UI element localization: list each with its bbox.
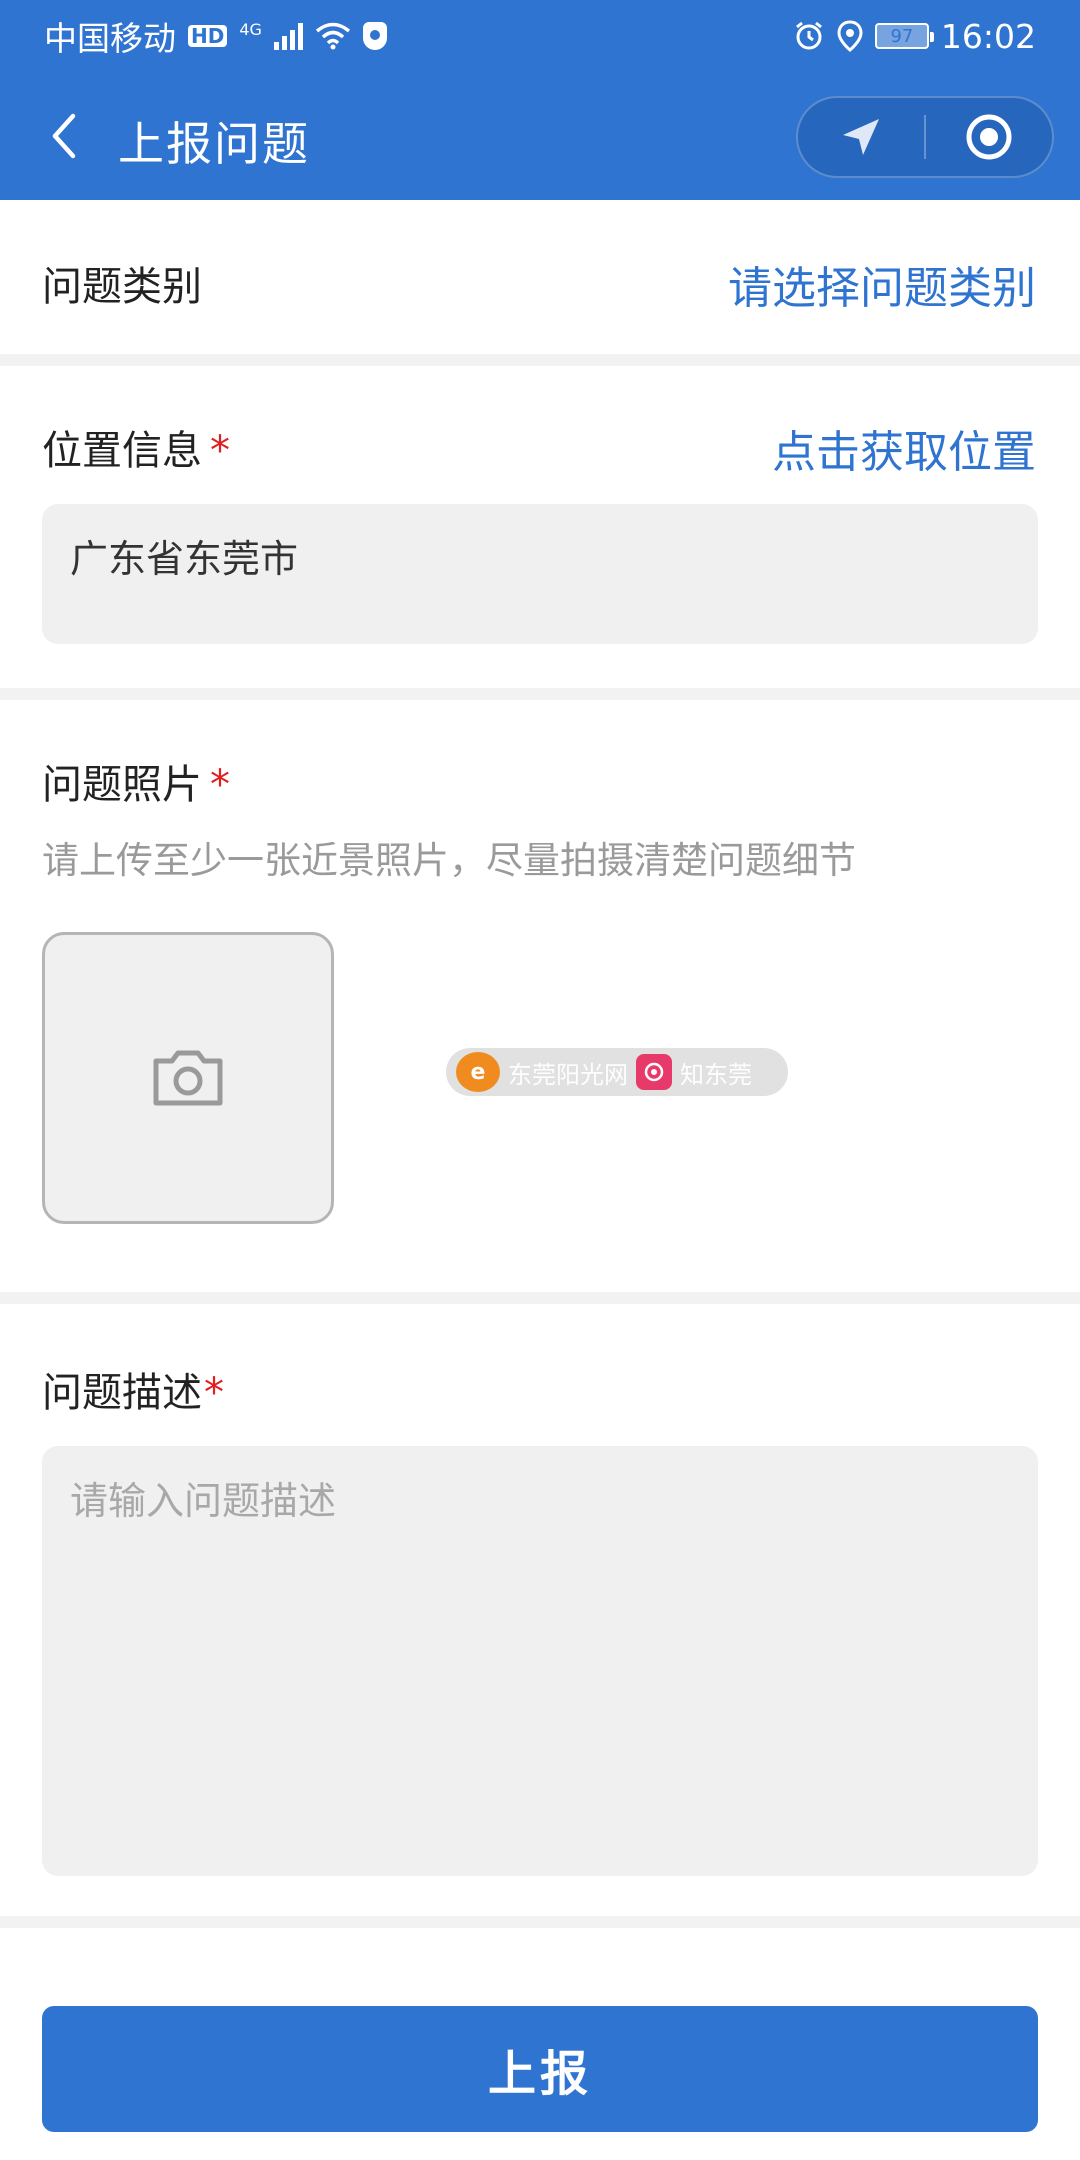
location-field[interactable]: 广东省东莞市 xyxy=(42,504,1038,644)
top-bar: 中国移动 HD 4G 97 16:02 上报问题 xyxy=(0,0,1080,200)
back-button[interactable] xyxy=(40,112,88,160)
chevron-left-icon xyxy=(52,113,76,159)
description-placeholder: 请输入问题描述 xyxy=(70,1479,337,1523)
alarm-icon xyxy=(795,21,822,50)
page-title: 上报问题 xyxy=(118,117,310,171)
target-circle-icon xyxy=(966,114,1012,160)
clock-time: 16:02 xyxy=(940,16,1036,56)
camera-icon xyxy=(153,1050,223,1106)
location-value: 广东省东莞市 xyxy=(70,537,299,581)
description-textarea[interactable]: 请输入问题描述 xyxy=(42,1446,1038,1876)
location-arrow-icon xyxy=(843,119,879,155)
photo-label-text: 问题照片 xyxy=(42,762,202,808)
location-label: 位置信息 * xyxy=(42,418,230,476)
description-section: 问题描述* 请输入问题描述 xyxy=(0,1304,1080,1916)
photo-upload-button[interactable] xyxy=(42,932,334,1224)
submit-button[interactable]: 上报 xyxy=(42,2006,1038,2132)
signal-icon xyxy=(273,22,303,50)
mini-program-capsule xyxy=(796,96,1054,178)
get-location-link[interactable]: 点击获取位置 xyxy=(772,416,1036,480)
nav-bar: 上报问题 xyxy=(0,72,1080,200)
description-label: 问题描述* xyxy=(42,1360,224,1418)
close-mini-program-button[interactable] xyxy=(926,98,1052,176)
location-button[interactable] xyxy=(798,98,924,176)
carrier-label: 中国移动 xyxy=(44,19,176,58)
photo-hint: 请上传至少一张近景照片，尽量拍摄清楚问题细节 xyxy=(42,839,856,882)
location-section: 位置信息 * 点击获取位置 广东省东莞市 xyxy=(0,366,1080,688)
required-mark: * xyxy=(210,762,230,808)
required-mark: * xyxy=(210,428,230,474)
sunshine-logo-icon: e xyxy=(456,1052,500,1092)
category-label: 问题类别 xyxy=(42,264,202,310)
category-section[interactable]: 问题类别 请选择问题类别 xyxy=(0,200,1080,354)
security-shield-icon xyxy=(362,22,387,50)
status-left: 中国移动 HD 4G xyxy=(44,12,387,60)
photo-label: 问题照片 * xyxy=(42,752,230,810)
watermark-brand2: 知东莞 xyxy=(680,1060,752,1089)
wifi-icon xyxy=(315,22,351,50)
description-label-text: 问题描述 xyxy=(42,1370,202,1416)
status-bar: 中国移动 HD 4G 97 16:02 xyxy=(0,0,1080,72)
location-label-text: 位置信息 xyxy=(42,428,202,474)
eye-logo-icon xyxy=(636,1054,672,1090)
hd-badge: HD xyxy=(188,25,228,47)
watermark-brand1: 东莞阳光网 xyxy=(508,1060,628,1089)
watermark: e 东莞阳光网 知东莞 xyxy=(446,1048,788,1096)
network-label: 4G xyxy=(239,20,262,39)
required-mark: * xyxy=(204,1370,224,1416)
select-category-link[interactable]: 请选择问题类别 xyxy=(728,252,1036,316)
location-pin-icon xyxy=(837,20,863,52)
battery-icon: 97 xyxy=(874,23,934,49)
photo-section: 问题照片 * 请上传至少一张近景照片，尽量拍摄清楚问题细节 xyxy=(0,700,1080,1292)
status-right: 97 16:02 xyxy=(793,17,1036,56)
